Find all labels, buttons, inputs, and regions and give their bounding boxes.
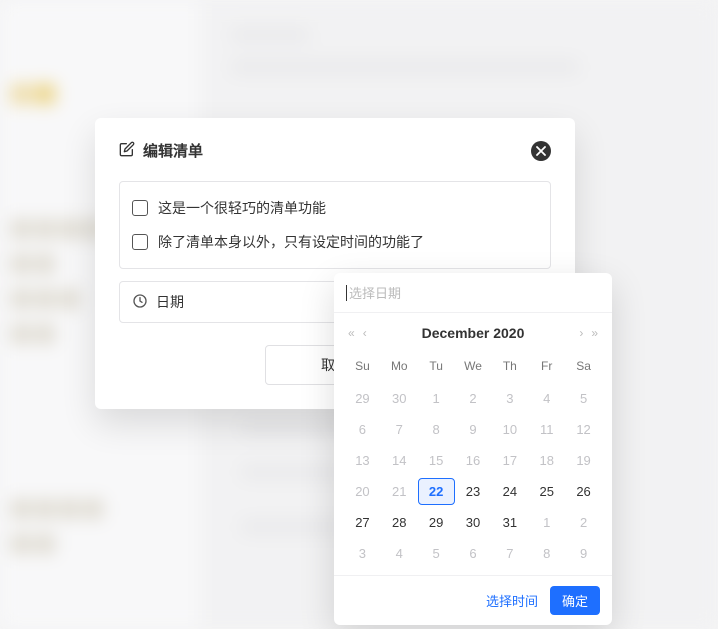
month-label[interactable]: December 2020: [422, 325, 525, 341]
calendar-day-today[interactable]: 22: [418, 478, 455, 505]
calendar-day[interactable]: 6: [344, 416, 381, 443]
calendar-day[interactable]: 4: [381, 540, 418, 567]
calendar-day[interactable]: 5: [418, 540, 455, 567]
dow-label: Tu: [418, 353, 455, 381]
calendar-day[interactable]: 4: [528, 385, 565, 412]
dow-label: Mo: [381, 353, 418, 381]
close-button[interactable]: [531, 141, 551, 161]
dow-label: Th: [491, 353, 528, 381]
calendar-day[interactable]: 28: [381, 509, 418, 536]
calendar-day[interactable]: 6: [455, 540, 492, 567]
calendar-day[interactable]: 13: [344, 447, 381, 474]
calendar-day[interactable]: 29: [418, 509, 455, 536]
list-item: 除了清单本身以外，只有设定时间的功能了: [132, 226, 538, 258]
calendar-day[interactable]: 11: [528, 416, 565, 443]
calendar-day[interactable]: 30: [455, 509, 492, 536]
calendar-grid: SuMoTuWeThFrSa29301234567891011121314151…: [334, 353, 612, 575]
calendar-day[interactable]: 3: [344, 540, 381, 567]
calendar-day[interactable]: 5: [565, 385, 602, 412]
checklist-item-text: 除了清单本身以外，只有设定时间的功能了: [158, 232, 424, 252]
next-month-icon[interactable]: ›: [579, 326, 583, 340]
calendar-day[interactable]: 1: [528, 509, 565, 536]
calendar-day[interactable]: 21: [381, 478, 418, 505]
next-year-icon[interactable]: »: [591, 326, 598, 340]
calendar-day[interactable]: 18: [528, 447, 565, 474]
calendar-day[interactable]: 27: [344, 509, 381, 536]
calendar-day[interactable]: 31: [491, 509, 528, 536]
checklist-item-text: 这是一个很轻巧的清单功能: [158, 198, 326, 218]
calendar-day[interactable]: 9: [565, 540, 602, 567]
calendar-day[interactable]: 19: [565, 447, 602, 474]
calendar-day[interactable]: 24: [491, 478, 528, 505]
date-picker: 选择日期 « ‹ December 2020 › » SuMoTuWeThFrS…: [334, 273, 612, 625]
checkbox[interactable]: [132, 234, 148, 250]
calendar-day[interactable]: 29: [344, 385, 381, 412]
date-input-placeholder: 选择日期: [349, 283, 401, 302]
calendar-day[interactable]: 16: [455, 447, 492, 474]
date-label: 日期: [156, 292, 184, 312]
clock-icon: [132, 293, 148, 312]
calendar-day[interactable]: 2: [455, 385, 492, 412]
dow-label: We: [455, 353, 492, 381]
dow-label: Su: [344, 353, 381, 381]
dow-label: Fr: [528, 353, 565, 381]
calendar-day[interactable]: 10: [491, 416, 528, 443]
calendar-day[interactable]: 20: [344, 478, 381, 505]
prev-year-icon[interactable]: «: [348, 326, 355, 340]
calendar-day[interactable]: 12: [565, 416, 602, 443]
calendar-day[interactable]: 2: [565, 509, 602, 536]
checklist-box: 这是一个很轻巧的清单功能 除了清单本身以外，只有设定时间的功能了: [119, 181, 551, 269]
modal-title: 编辑清单: [143, 140, 203, 161]
calendar-day[interactable]: 7: [381, 416, 418, 443]
calendar-day[interactable]: 17: [491, 447, 528, 474]
checkbox[interactable]: [132, 200, 148, 216]
calendar-day[interactable]: 25: [528, 478, 565, 505]
calendar-day[interactable]: 14: [381, 447, 418, 474]
calendar-day[interactable]: 8: [528, 540, 565, 567]
dow-label: Sa: [565, 353, 602, 381]
calendar-day[interactable]: 15: [418, 447, 455, 474]
calendar-day[interactable]: 26: [565, 478, 602, 505]
prev-month-icon[interactable]: ‹: [363, 326, 367, 340]
list-item: 这是一个很轻巧的清单功能: [132, 192, 538, 224]
calendar-day[interactable]: 7: [491, 540, 528, 567]
ok-button[interactable]: 确定: [550, 586, 600, 615]
select-time-link[interactable]: 选择时间: [486, 591, 538, 610]
calendar-day[interactable]: 30: [381, 385, 418, 412]
calendar-day[interactable]: 9: [455, 416, 492, 443]
calendar-day[interactable]: 1: [418, 385, 455, 412]
calendar-day[interactable]: 8: [418, 416, 455, 443]
date-input[interactable]: 选择日期: [334, 273, 612, 313]
calendar-day[interactable]: 3: [491, 385, 528, 412]
edit-icon: [119, 141, 135, 161]
calendar-day[interactable]: 23: [455, 478, 492, 505]
